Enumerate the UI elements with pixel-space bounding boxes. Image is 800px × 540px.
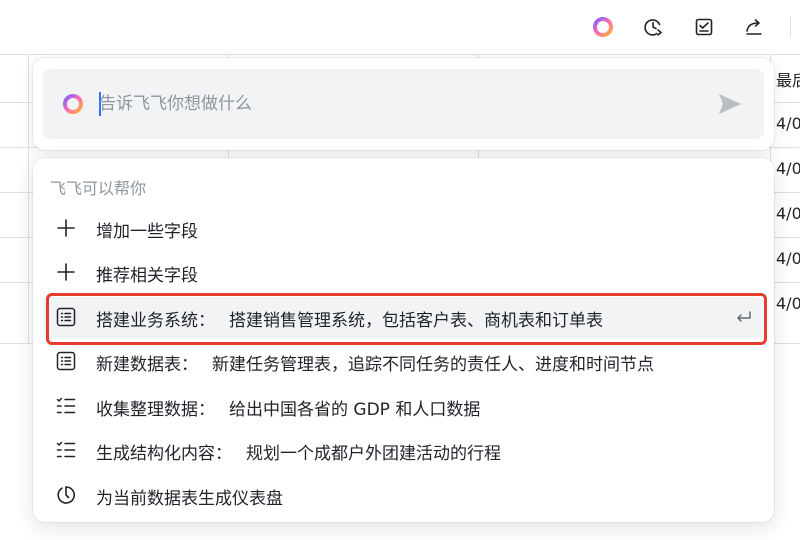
menu-title: 飞飞可以帮你 <box>50 179 147 198</box>
menu-item-label: 推荐相关字段 <box>96 266 198 286</box>
menu-item-prompt: 规划一个成都户外团建活动的行程 <box>246 444 501 464</box>
table-column-divider <box>28 55 29 345</box>
menu-item-prompt: 新建任务管理表，追踪不同任务的责任人、进度和时间节点 <box>212 355 654 375</box>
checklist-lines-icon <box>56 441 76 458</box>
ai-input-box <box>43 69 764 139</box>
menu-item-structured-content[interactable]: 生成结构化内容： 规划一个成都户外团建活动的行程 <box>43 430 764 470</box>
table-icon <box>56 351 76 371</box>
plus-icon <box>57 219 75 237</box>
menu-item-label: 收集整理数据： 给出中国各省的 GDP 和人口数据 <box>96 400 481 420</box>
menu-item-collect-data[interactable]: 收集整理数据： 给出中国各省的 GDP 和人口数据 <box>43 386 764 426</box>
menu-item-add-fields[interactable]: 增加一些字段 <box>43 208 764 248</box>
send-icon[interactable] <box>716 91 744 117</box>
share-button[interactable] <box>739 12 769 42</box>
checklist-icon <box>695 18 713 36</box>
menu-item-new-table[interactable]: 新建数据表： 新建任务管理表，追踪不同任务的责任人、进度和时间节点 <box>43 341 764 381</box>
menu-item-build-business-system[interactable]: 搭建业务系统： 搭建销售管理系统，包括客户表、商机表和订单表 <box>43 297 764 337</box>
toolbar-divider <box>790 16 791 38</box>
top-toolbar <box>0 0 800 55</box>
table-header-cell[interactable]: 最后 <box>776 67 800 91</box>
table-cell[interactable]: 4/0 <box>776 294 800 313</box>
table-cell[interactable]: 4/0 <box>776 249 800 268</box>
plus-icon <box>57 263 75 281</box>
ai-assistant-button[interactable] <box>588 12 618 42</box>
history-icon <box>644 19 663 36</box>
menu-item-recommend-fields[interactable]: 推荐相关字段 <box>43 252 764 292</box>
dashboard-icon <box>57 486 75 504</box>
menu-item-generate-dashboard[interactable]: 为当前数据表生成仪表盘 <box>43 475 764 515</box>
menu-item-prompt: 搭建销售管理系统，包括客户表、商机表和订单表 <box>229 311 603 331</box>
checklist-lines-icon <box>56 397 76 414</box>
suggestion-menu: 飞飞可以帮你 增加一些字段 推荐相关字段 搭建业务系统： 搭建销售管理系统，包括客… <box>33 158 774 522</box>
table-cell[interactable]: 4/0 <box>776 114 800 133</box>
menu-item-label: 生成结构化内容： 规划一个成都户外团建活动的行程 <box>96 444 501 464</box>
menu-item-label: 为当前数据表生成仪表盘 <box>96 489 283 509</box>
ai-assistant-icon <box>593 17 613 37</box>
table-cell[interactable]: 4/0 <box>776 159 800 178</box>
share-icon <box>746 19 762 35</box>
ai-input-panel <box>33 58 774 150</box>
checklist-button[interactable] <box>689 12 719 42</box>
menu-item-label: 增加一些字段 <box>96 222 198 242</box>
menu-item-label: 搭建业务系统： 搭建销售管理系统，包括客户表、商机表和订单表 <box>96 311 603 331</box>
menu-item-label: 新建数据表： 新建任务管理表，追踪不同任务的责任人、进度和时间节点 <box>96 355 654 375</box>
table-icon <box>56 307 76 327</box>
history-button[interactable] <box>638 12 668 42</box>
enter-key-icon <box>737 311 751 322</box>
menu-item-prompt: 给出中国各省的 GDP 和人口数据 <box>229 400 481 420</box>
ai-prompt-input[interactable] <box>99 89 689 119</box>
ai-assistant-icon <box>63 94 83 114</box>
table-cell[interactable]: 4/0 <box>776 204 800 223</box>
